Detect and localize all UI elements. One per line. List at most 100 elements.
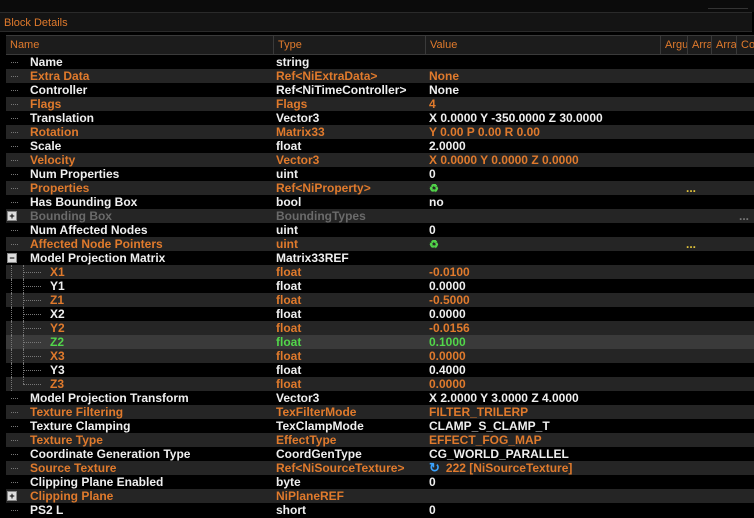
row-name-cell: Extra Data [6, 69, 274, 83]
row-value-cell[interactable]: -0.0100 [429, 265, 669, 279]
row-value-cell[interactable]: X 0.0000 Y 0.0000 Z 0.0000 [429, 153, 669, 167]
row-value-cell[interactable]: -0.5000 [429, 293, 669, 307]
column-header-array1[interactable]: Arra [688, 36, 712, 54]
tree-row[interactable]: Z2 float 0.1000 [6, 335, 754, 349]
row-value-cell[interactable] [429, 251, 669, 265]
tree-row[interactable]: Name string [6, 55, 754, 69]
tree-row[interactable]: Velocity Vector3 X 0.0000 Y 0.0000 Z 0.000… [6, 153, 754, 167]
row-name-cell: Velocity [6, 153, 274, 167]
tree-row[interactable]: Y2 float -0.0156 [6, 321, 754, 335]
refresh-icon[interactable]: ♻ [429, 183, 439, 195]
row-value-cell[interactable] [429, 55, 669, 69]
column-header-name[interactable]: Name [6, 36, 274, 54]
row-value-cell[interactable]: EFFECT_FOG_MAP [429, 433, 669, 447]
row-value: 0 [429, 167, 436, 181]
expand-icon[interactable]: + [7, 211, 17, 221]
tree-row[interactable]: Num Properties uint 0 [6, 167, 754, 181]
collapse-icon[interactable]: − [7, 253, 17, 263]
condition-edit-button[interactable]: ... [739, 209, 753, 223]
row-name-cell: Model Projection Transform [6, 391, 274, 405]
tree-connector [18, 307, 41, 321]
row-value-cell[interactable]: ↻ 222 [NiSourceTexture] [429, 461, 669, 475]
row-value-cell[interactable] [429, 489, 669, 503]
row-value-cell[interactable]: 0.4000 [429, 363, 669, 377]
row-value-cell[interactable]: 0 [429, 475, 669, 489]
row-type: Matrix33 [276, 125, 325, 139]
row-value-cell[interactable]: 0.0000 [429, 377, 669, 391]
tree-row[interactable]: X2 float 0.0000 [6, 307, 754, 321]
link-icon[interactable]: ↻ [429, 461, 440, 475]
tree-row[interactable]: Source Texture Ref<NiSourceTexture> ↻ 222 [… [6, 461, 754, 475]
tree-row[interactable]: − Model Projection Matrix Matrix33REF [6, 251, 754, 265]
row-type: string [276, 55, 310, 69]
column-header-type[interactable]: Type [274, 36, 426, 54]
row-value-cell[interactable]: 0 [429, 223, 669, 237]
tree-row[interactable]: Y3 float 0.4000 [6, 363, 754, 377]
tree-row[interactable]: Extra Data Ref<NiExtraData> None [6, 69, 754, 83]
tree-row[interactable]: Z3 float 0.0000 [6, 377, 754, 391]
row-value-cell[interactable]: 2.0000 [429, 139, 669, 153]
column-header-cond[interactable]: Co [737, 36, 754, 54]
row-value-cell[interactable]: CG_WORLD_PARALLEL [429, 447, 669, 461]
tree-row[interactable]: Flags Flags 4 [6, 97, 754, 111]
row-value-cell[interactable]: 0.0000 [429, 349, 669, 363]
expand-icon[interactable]: + [7, 491, 17, 501]
row-value-cell[interactable]: 0 [429, 503, 669, 517]
row-name: Z2 [50, 335, 65, 349]
row-value-cell[interactable]: ♻ [429, 237, 669, 251]
tree-row[interactable]: Scale float 2.0000 [6, 139, 754, 153]
tree-row[interactable]: Rotation Matrix33 Y 0.00 P 0.00 R 0.00 [6, 125, 754, 139]
tree-row[interactable]: Affected Node Pointers uint ♻... [6, 237, 754, 251]
row-value-cell[interactable]: 0.0000 [429, 279, 669, 293]
tree-row[interactable]: + Bounding Box BoundingTypes... [6, 209, 754, 223]
column-header-array2[interactable]: Arra [712, 36, 737, 54]
tree-row[interactable]: X1 float -0.0100 [6, 265, 754, 279]
tree-row[interactable]: PS2 L short 0 [6, 503, 754, 517]
tree-row[interactable]: Controller Ref<NiTimeController> None [6, 83, 754, 97]
array-edit-button[interactable]: ... [686, 237, 706, 251]
tree-row[interactable]: X3 float 0.0000 [6, 349, 754, 363]
row-value-cell[interactable]: no [429, 195, 669, 209]
tree-row[interactable]: Model Projection Transform Vector3 X 2.000… [6, 391, 754, 405]
row-value-cell[interactable]: 0 [429, 167, 669, 181]
tree-row[interactable]: Texture Clamping TexClampMode CLAMP_S_CLAM… [6, 419, 754, 433]
tree-row[interactable]: Texture Filtering TexFilterMode FILTER_TRI… [6, 405, 754, 419]
column-header-argument[interactable]: Argu [661, 36, 688, 54]
row-value-cell[interactable]: Y 0.00 P 0.00 R 0.00 [429, 125, 669, 139]
row-value-cell[interactable]: CLAMP_S_CLAMP_T [429, 419, 669, 433]
tree-row[interactable]: Num Affected Nodes uint 0 [6, 223, 754, 237]
array-edit-button[interactable]: ... [686, 181, 706, 195]
window-controls[interactable] [708, 0, 748, 9]
tree-row[interactable]: + Clipping Plane NiPlaneREF [6, 489, 754, 503]
tree-row[interactable]: Clipping Plane Enabled byte 0 [6, 475, 754, 489]
tree-row[interactable]: Coordinate Generation Type CoordGenType CG… [6, 447, 754, 461]
row-name-cell: Affected Node Pointers [6, 237, 274, 251]
tree-row[interactable]: Texture Type EffectType EFFECT_FOG_MAP [6, 433, 754, 447]
row-value-cell[interactable]: 4 [429, 97, 669, 111]
row-value-cell[interactable]: X 2.0000 Y 3.0000 Z 4.0000 [429, 391, 669, 405]
tree-row[interactable]: Z1 float -0.5000 [6, 293, 754, 307]
row-value: 0.1000 [429, 335, 466, 349]
row-value-cell[interactable] [429, 209, 669, 223]
row-type: Ref<NiSourceTexture> [276, 461, 405, 475]
row-type: Flags [276, 97, 308, 111]
tree-row[interactable]: Translation Vector3 X 0.0000 Y -350.0000 Z… [6, 111, 754, 125]
row-value-cell[interactable]: 0.1000 [429, 335, 669, 349]
row-value-cell[interactable]: 0.0000 [429, 307, 669, 321]
row-value-cell[interactable]: None [429, 69, 669, 83]
tree-row[interactable]: Properties Ref<NiProperty> ♻... [6, 181, 754, 195]
row-value: X 0.0000 Y 0.0000 Z 0.0000 [429, 153, 579, 167]
row-type: EffectType [276, 433, 337, 447]
row-value-cell[interactable]: ♻ [429, 181, 669, 195]
column-header-value[interactable]: Value [426, 36, 661, 54]
row-value-cell[interactable]: -0.0156 [429, 321, 669, 335]
row-value: 4 [429, 97, 436, 111]
row-value-cell[interactable]: FILTER_TRILERP [429, 405, 669, 419]
tree-row[interactable]: Has Bounding Box bool no [6, 195, 754, 209]
row-value: no [429, 195, 444, 209]
refresh-icon[interactable]: ♻ [429, 239, 439, 251]
tree-row[interactable]: Y1 float 0.0000 [6, 279, 754, 293]
row-type: float [276, 139, 302, 153]
row-value-cell[interactable]: None [429, 83, 669, 97]
row-value-cell[interactable]: X 0.0000 Y -350.0000 Z 30.0000 [429, 111, 669, 125]
